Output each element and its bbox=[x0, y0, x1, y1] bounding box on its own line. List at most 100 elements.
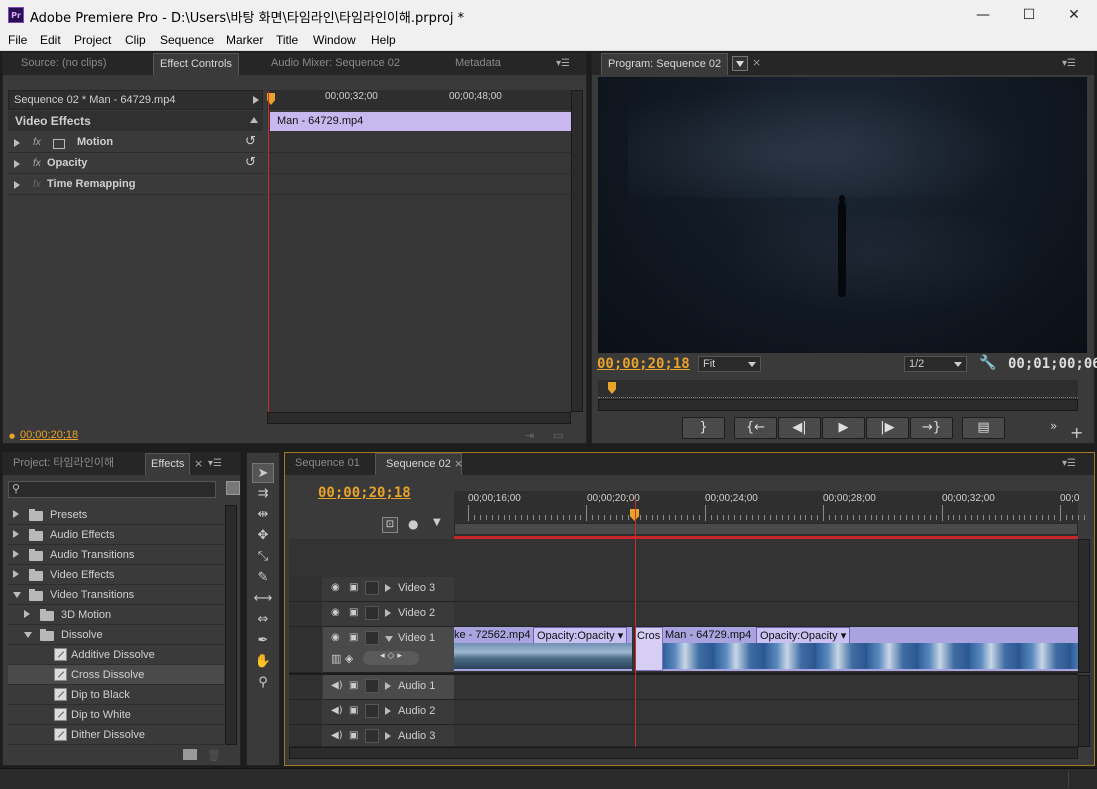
sync-lock-icon[interactable]: ▣ bbox=[349, 680, 358, 691]
expand-arrow-icon[interactable] bbox=[13, 530, 19, 538]
track-lock-toggle[interactable] bbox=[365, 679, 379, 693]
expand-arrow-icon[interactable] bbox=[24, 610, 30, 618]
sync-lock-icon[interactable]: ▣ bbox=[349, 705, 358, 716]
track-lane[interactable] bbox=[454, 577, 1078, 602]
track-header[interactable]: ◉ ▣ Video 2 bbox=[323, 602, 454, 627]
trash-icon[interactable]: 🗑 bbox=[207, 749, 221, 762]
track-lane[interactable] bbox=[454, 602, 1078, 627]
go-to-out-button[interactable]: →} bbox=[910, 417, 953, 439]
sync-lock-icon[interactable]: ▣ bbox=[349, 730, 358, 741]
effects-tree-item[interactable]: Additive Dissolve bbox=[8, 645, 224, 665]
add-button-icon[interactable]: + bbox=[1070, 423, 1083, 442]
minimize-button[interactable]: — bbox=[960, 0, 1006, 30]
collapse-icon[interactable] bbox=[250, 117, 258, 123]
clip-bar[interactable]: Man - 64729.mp4 bbox=[270, 112, 571, 131]
slide-tool-icon[interactable]: ⇔ bbox=[252, 610, 274, 630]
effects-tree-item[interactable]: Dip to White bbox=[8, 705, 224, 725]
effects-search-input[interactable]: ⚲ bbox=[8, 481, 216, 498]
track-expand-icon[interactable] bbox=[385, 682, 391, 690]
video-vertical-scrollbar[interactable] bbox=[1078, 539, 1090, 673]
tab-program[interactable]: Program: Sequence 02 bbox=[601, 53, 729, 75]
collapse-arrow-icon[interactable] bbox=[13, 592, 21, 598]
speaker-icon[interactable]: ◀) bbox=[331, 730, 343, 741]
audio-vertical-scrollbar[interactable] bbox=[1078, 675, 1090, 747]
sync-lock-icon[interactable]: ▣ bbox=[349, 632, 358, 643]
expand-time-remapping-icon[interactable] bbox=[14, 181, 20, 189]
effects-tree-item[interactable]: Cross Dissolve bbox=[8, 665, 224, 685]
horizontal-scrollbar[interactable] bbox=[267, 412, 571, 424]
track-lane[interactable] bbox=[454, 675, 1078, 700]
tab-project[interactable]: Project: 타임라인이해 bbox=[13, 453, 114, 475]
eye-icon[interactable]: ◉ bbox=[331, 582, 340, 593]
new-folder-icon[interactable] bbox=[183, 749, 197, 760]
expand-arrow-icon[interactable] bbox=[13, 570, 19, 578]
effects-tree-item[interactable]: Audio Effects bbox=[8, 525, 224, 545]
reset-icon[interactable]: ↺ bbox=[245, 155, 256, 170]
effects-tree-scrollbar[interactable] bbox=[225, 505, 237, 745]
menu-edit[interactable]: Edit bbox=[40, 33, 61, 47]
tab-source[interactable]: Source: (no clips) bbox=[19, 53, 109, 75]
effect-motion[interactable]: Motion bbox=[77, 136, 113, 148]
eye-icon[interactable]: ◉ bbox=[331, 632, 340, 643]
program-time-ruler[interactable] bbox=[598, 380, 1078, 398]
clip-opacity-dropdown[interactable]: Opacity:Opacity ▾ bbox=[533, 627, 628, 644]
export-icon[interactable]: ⇥ bbox=[525, 429, 534, 442]
sync-lock-icon[interactable]: ▣ bbox=[349, 582, 358, 593]
panel-menu-icon[interactable]: ▾☰ bbox=[1062, 458, 1076, 469]
track-target-area[interactable] bbox=[289, 602, 322, 627]
menu-clip[interactable]: Clip bbox=[125, 33, 146, 47]
effects-tree-item[interactable]: Dip to Black bbox=[8, 685, 224, 705]
effects-tree-item[interactable]: 3D Motion bbox=[8, 605, 224, 625]
keyframe-navigator[interactable]: ◂ ◇ ▸ bbox=[363, 651, 419, 665]
track-expand-icon[interactable] bbox=[385, 707, 391, 715]
tab-effects[interactable]: Effects bbox=[145, 453, 191, 475]
marker-icon[interactable]: ▼ bbox=[433, 517, 441, 528]
step-back-button[interactable]: ◀| bbox=[778, 417, 821, 439]
program-current-timecode[interactable]: 00;00;20;18 bbox=[597, 356, 690, 372]
track-header[interactable]: ◀) ▣ Audio 2 bbox=[323, 700, 454, 725]
rolling-edit-tool-icon[interactable]: ✥ bbox=[252, 526, 274, 546]
effect-controls-timecode[interactable]: 00;00;20;18 bbox=[20, 429, 78, 441]
track-lock-toggle[interactable] bbox=[365, 729, 379, 743]
track-target-area[interactable] bbox=[289, 627, 322, 673]
close-button[interactable]: ✕ bbox=[1051, 0, 1097, 30]
tab-audio-mixer[interactable]: Audio Mixer: Sequence 02 bbox=[271, 53, 400, 75]
track-lock-toggle[interactable] bbox=[365, 606, 379, 620]
pen-tool-icon[interactable]: ✒ bbox=[252, 631, 274, 651]
track-lane[interactable] bbox=[454, 725, 1078, 747]
program-zoom-scrollbar[interactable] bbox=[598, 399, 1078, 411]
expand-motion-icon[interactable] bbox=[14, 139, 20, 147]
effects-tree-item[interactable]: Audio Transitions bbox=[8, 545, 224, 565]
tab-metadata[interactable]: Metadata bbox=[455, 53, 501, 75]
timeline-ruler[interactable]: 00;00;16;00 00;00;20;00 00;00;24;00 00;0… bbox=[454, 491, 1085, 539]
track-lock-toggle[interactable] bbox=[365, 631, 379, 645]
new-bin-icon[interactable] bbox=[226, 481, 240, 495]
transform-icon[interactable] bbox=[53, 139, 65, 149]
step-forward-button[interactable]: |▶ bbox=[866, 417, 909, 439]
effect-time-remapping[interactable]: Time Remapping bbox=[47, 178, 135, 190]
close-tab-icon[interactable]: × bbox=[194, 457, 203, 470]
track-expand-icon[interactable] bbox=[385, 584, 391, 592]
clip-opacity-dropdown[interactable]: Opacity:Opacity ▾ bbox=[756, 627, 851, 644]
hand-tool-icon[interactable]: ✋ bbox=[252, 652, 274, 672]
menu-file[interactable]: File bbox=[8, 33, 27, 47]
track-lane[interactable] bbox=[454, 700, 1078, 725]
sequence-selector[interactable]: Sequence 02 * Man - 64729.mp4 bbox=[8, 90, 263, 110]
tab-effect-controls[interactable]: Effect Controls bbox=[153, 53, 239, 75]
slip-tool-icon[interactable]: ⟷ bbox=[252, 589, 274, 609]
panel-menu-icon[interactable]: ▾☰ bbox=[556, 58, 570, 69]
menu-marker[interactable]: Marker bbox=[226, 33, 263, 47]
effect-timeline-ruler[interactable]: 00;00;32;00 00;00;48;00 bbox=[267, 90, 571, 110]
track-target-area[interactable] bbox=[289, 577, 322, 602]
menu-sequence[interactable]: Sequence bbox=[160, 33, 214, 47]
rate-stretch-tool-icon[interactable]: ⤡ bbox=[252, 547, 274, 567]
effect-opacity[interactable]: Opacity bbox=[47, 157, 87, 169]
expand-arrow-icon[interactable] bbox=[253, 96, 259, 104]
go-to-in-button[interactable]: {← bbox=[734, 417, 777, 439]
close-tab-icon[interactable]: × bbox=[752, 56, 761, 69]
tab-sequence-01[interactable]: Sequence 01 bbox=[295, 453, 360, 475]
playhead-marker-icon[interactable] bbox=[608, 382, 616, 394]
track-header[interactable]: ◀) ▣ Audio 1 bbox=[323, 675, 454, 700]
track-lock-toggle[interactable] bbox=[365, 581, 379, 595]
clip-icon[interactable]: ▭ bbox=[553, 429, 563, 442]
